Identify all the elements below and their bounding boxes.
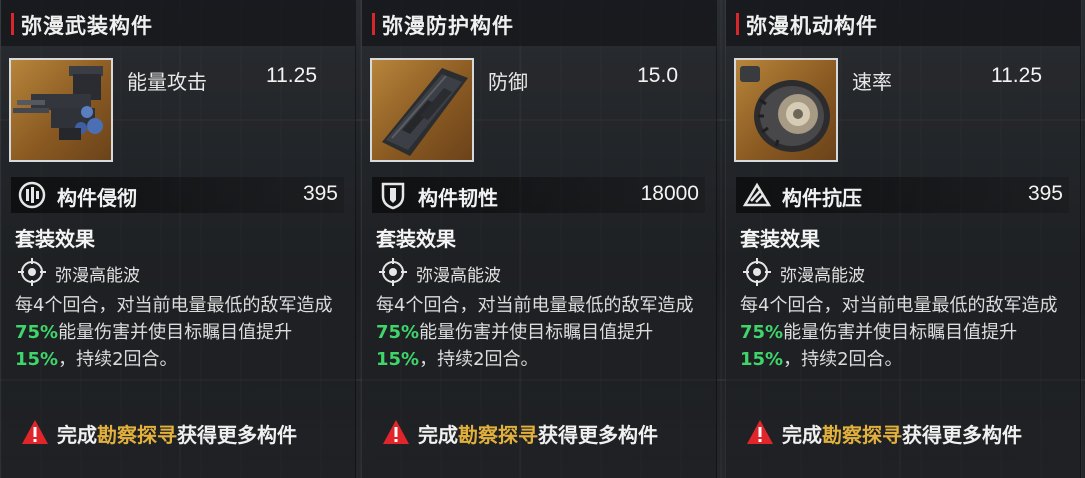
armor-plate-icon[interactable] bbox=[370, 58, 474, 162]
stat-label: 防御 bbox=[488, 70, 528, 94]
card-title: 弥漫机动构件 bbox=[746, 14, 878, 38]
component-card-weapon[interactable]: 弥漫武装构件 能量攻击 11.25 构件侵彻 395 套装效果 弥漫高能波 每4… bbox=[0, 0, 356, 478]
hint-text: 完成勘察探寻获得更多构件 bbox=[57, 423, 297, 447]
highlight-value: 75% bbox=[740, 322, 784, 343]
set-effect-title: 套装效果 bbox=[740, 227, 820, 251]
highlight-value: 15% bbox=[740, 349, 784, 370]
attribute-row: 构件侵彻 395 bbox=[11, 177, 344, 213]
target-crosshair-icon bbox=[379, 258, 407, 286]
shield-icon bbox=[381, 182, 405, 210]
set-effect-title: 套装效果 bbox=[15, 227, 95, 251]
hint-link[interactable]: 勘察探寻 bbox=[822, 423, 902, 447]
penetration-icon bbox=[18, 181, 46, 209]
warning-icon bbox=[747, 420, 773, 444]
target-crosshair-icon bbox=[743, 258, 771, 286]
component-card-mobility[interactable]: 弥漫机动构件 速率 11.25 构件抗压 395 套装效果 弥漫高能波 每4个回… bbox=[725, 0, 1081, 478]
component-card-armor[interactable]: 弥漫防护构件 防御 15.0 构件韧性 18000 套装效果 弥漫高能波 每4个… bbox=[361, 0, 717, 478]
attribute-value: 18000 bbox=[640, 182, 699, 205]
stat-label: 速率 bbox=[852, 70, 892, 94]
set-effect-description: 每4个回合，对当前电量最低的敌军造成75%能量伤害并使目标瞩目值提升15%，持续… bbox=[376, 295, 694, 370]
hint-link[interactable]: 勘察探寻 bbox=[97, 423, 177, 447]
attribute-row: 构件抗压 395 bbox=[736, 177, 1069, 213]
attribute-label: 构件韧性 bbox=[418, 186, 498, 210]
set-effect-name: 弥漫高能波 bbox=[416, 266, 501, 286]
header-accent-bar bbox=[372, 13, 375, 35]
attribute-label: 构件侵彻 bbox=[57, 186, 137, 210]
highlight-value: 75% bbox=[376, 322, 420, 343]
stat-value: 15.0 bbox=[637, 64, 678, 87]
warning-icon bbox=[383, 420, 409, 444]
hint-link[interactable]: 勘察探寻 bbox=[458, 423, 538, 447]
card-header: 弥漫机动构件 bbox=[726, 0, 1080, 46]
set-effect-description: 每4个回合，对当前电量最低的敌军造成75%能量伤害并使目标瞩目值提升15%，持续… bbox=[740, 295, 1058, 370]
target-crosshair-icon bbox=[18, 258, 46, 286]
attribute-label: 构件抗压 bbox=[782, 186, 862, 210]
attribute-value: 395 bbox=[1027, 182, 1063, 205]
highlight-value: 15% bbox=[376, 349, 420, 370]
hint-text: 完成勘察探寻获得更多构件 bbox=[782, 423, 1022, 447]
stat-value: 11.25 bbox=[266, 64, 317, 87]
card-title: 弥漫武装构件 bbox=[21, 14, 153, 38]
attribute-row: 构件韧性 18000 bbox=[372, 177, 705, 213]
pressure-triangle-icon bbox=[742, 182, 772, 207]
gun-part-icon[interactable] bbox=[9, 58, 113, 162]
header-accent-bar bbox=[736, 13, 739, 35]
set-effect-name: 弥漫高能波 bbox=[780, 266, 865, 286]
set-effect-title: 套装效果 bbox=[376, 227, 456, 251]
attribute-value: 395 bbox=[302, 182, 338, 205]
card-header: 弥漫防护构件 bbox=[362, 0, 716, 46]
set-effect-name: 弥漫高能波 bbox=[55, 266, 140, 286]
header-accent-bar bbox=[11, 13, 14, 35]
highlight-value: 75% bbox=[15, 322, 59, 343]
wheel-part-icon[interactable] bbox=[734, 58, 838, 162]
stat-value: 11.25 bbox=[991, 64, 1042, 87]
card-header: 弥漫武装构件 bbox=[1, 0, 355, 46]
hint-text: 完成勘察探寻获得更多构件 bbox=[418, 423, 658, 447]
stat-label: 能量攻击 bbox=[127, 70, 207, 94]
card-title: 弥漫防护构件 bbox=[382, 14, 514, 38]
highlight-value: 15% bbox=[15, 349, 59, 370]
set-effect-description: 每4个回合，对当前电量最低的敌军造成75%能量伤害并使目标瞩目值提升15%，持续… bbox=[15, 295, 333, 370]
warning-icon bbox=[22, 420, 48, 444]
